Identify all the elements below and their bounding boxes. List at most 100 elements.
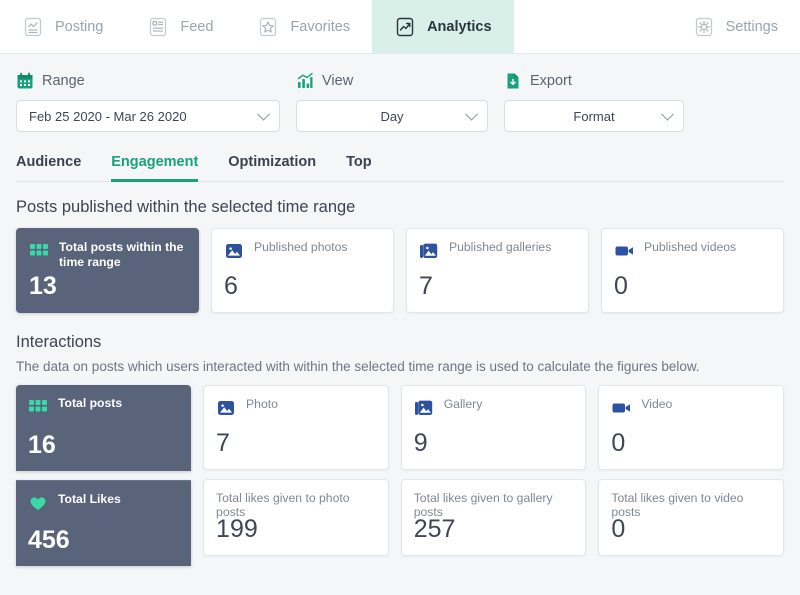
analytics-subtabs: Audience Engagement Optimization Top: [16, 154, 784, 182]
gallery-icon: [419, 241, 439, 261]
interactions-right-column: Photo 7 Gallery 9 Video: [203, 385, 784, 566]
chevron-down-icon: [257, 108, 270, 121]
card-label: Published videos: [644, 240, 736, 255]
bar-chart-icon: [296, 72, 314, 90]
interactions-grid: Total posts 16 Total Likes 456 Photo: [16, 385, 784, 566]
card-header: Total posts within the time range: [29, 240, 186, 270]
interactions-section-title: Interactions: [16, 333, 784, 352]
card-header: Photo: [216, 397, 376, 418]
photo-icon: [216, 398, 236, 418]
range-value: Feb 25 2020 - Mar 26 2020: [17, 109, 187, 124]
analytics-icon: [394, 16, 416, 38]
tab-audience[interactable]: Audience: [16, 154, 81, 182]
settings-gear-icon: [693, 16, 715, 38]
range-label: Range: [42, 73, 85, 89]
nav-item-posting-label: Posting: [55, 19, 103, 35]
favorites-icon: [257, 16, 279, 38]
card-header: Total Likes: [28, 492, 179, 513]
published-cards-row: Total posts within the time range 13 Pub…: [16, 228, 784, 313]
card-photo[interactable]: Photo 7: [203, 385, 389, 470]
view-select[interactable]: Day: [296, 100, 488, 132]
heart-icon: [28, 493, 48, 513]
card-label: Video: [641, 397, 672, 412]
controls-bar: Range Feb 25 2020 - Mar 26 2020 View Day…: [0, 54, 800, 132]
card-label: Total posts: [58, 396, 122, 411]
calendar-icon: [16, 72, 34, 90]
card-gallery[interactable]: Gallery 9: [401, 385, 587, 470]
card-value: 0: [611, 429, 625, 458]
grid-icon: [29, 241, 49, 261]
interaction-post-cards-row: Photo 7 Gallery 9 Video: [203, 385, 784, 470]
card-value: 13: [29, 272, 57, 301]
published-section-title: Posts published within the selected time…: [16, 198, 784, 217]
card-label: Photo: [246, 397, 278, 412]
card-header: Published galleries: [419, 240, 576, 261]
top-navigation: Posting Feed Favorites Analytics Setting…: [0, 0, 800, 54]
nav-item-analytics-label: Analytics: [427, 19, 491, 35]
export-control: Export Format: [504, 72, 684, 132]
card-label: Total likes given to video posts: [611, 491, 771, 519]
interaction-like-cards-row: Total likes given to photo posts 199 Tot…: [203, 479, 784, 556]
card-value: 9: [414, 429, 428, 458]
tab-engagement[interactable]: Engagement: [111, 154, 198, 182]
nav-item-feed[interactable]: Feed: [125, 0, 235, 53]
interactions-left-column: Total posts 16 Total Likes 456: [16, 385, 191, 566]
card-likes-gallery-posts[interactable]: Total likes given to gallery posts 257: [401, 479, 587, 556]
tab-top[interactable]: Top: [346, 154, 372, 182]
export-format-select[interactable]: Format: [504, 100, 684, 132]
card-total-posts[interactable]: Total posts 16: [16, 385, 191, 471]
card-value: 6: [224, 272, 238, 301]
range-header: Range: [16, 72, 280, 90]
card-value: 0: [614, 272, 628, 301]
tab-optimization[interactable]: Optimization: [228, 154, 316, 182]
grid-icon: [28, 397, 48, 417]
card-video[interactable]: Video 0: [598, 385, 784, 470]
card-published-videos[interactable]: Published videos 0: [601, 228, 784, 313]
card-label: Total Likes: [58, 492, 121, 507]
card-header: Total posts: [28, 396, 179, 417]
card-value: 7: [419, 272, 433, 301]
card-header: Published photos: [224, 240, 381, 261]
card-label: Total posts within the time range: [59, 240, 186, 270]
nav-item-feed-label: Feed: [180, 19, 213, 35]
range-control: Range Feb 25 2020 - Mar 26 2020: [16, 72, 280, 132]
card-total-posts-in-range[interactable]: Total posts within the time range 13: [16, 228, 199, 313]
card-value: 257: [414, 515, 456, 544]
chevron-down-icon: [661, 108, 674, 121]
nav-item-favorites[interactable]: Favorites: [235, 0, 372, 53]
nav-item-favorites-label: Favorites: [290, 19, 350, 35]
card-likes-video-posts[interactable]: Total likes given to video posts 0: [598, 479, 784, 556]
card-published-photos[interactable]: Published photos 6: [211, 228, 394, 313]
nav-item-posting[interactable]: Posting: [0, 0, 125, 53]
feed-icon: [147, 16, 169, 38]
view-label: View: [322, 73, 353, 89]
interactions-section-description: The data on posts which users interacted…: [16, 359, 784, 374]
card-header: Gallery: [414, 397, 574, 418]
nav-item-settings-label: Settings: [726, 19, 778, 35]
card-header: Video: [611, 397, 771, 418]
nav-item-settings[interactable]: Settings: [671, 0, 800, 53]
nav-spacer: [514, 0, 671, 53]
card-value: 16: [28, 431, 56, 460]
card-likes-photo-posts[interactable]: Total likes given to photo posts 199: [203, 479, 389, 556]
nav-item-analytics[interactable]: Analytics: [372, 0, 513, 53]
view-header: View: [296, 72, 488, 90]
card-label: Gallery: [444, 397, 483, 412]
card-header: Published videos: [614, 240, 771, 261]
export-value: Format: [573, 109, 614, 124]
posting-icon: [22, 16, 44, 38]
export-label: Export: [530, 73, 572, 89]
photo-icon: [224, 241, 244, 261]
card-value: 7: [216, 429, 230, 458]
card-value: 0: [611, 515, 625, 544]
video-icon: [614, 241, 634, 261]
range-select[interactable]: Feb 25 2020 - Mar 26 2020: [16, 100, 280, 132]
card-published-galleries[interactable]: Published galleries 7: [406, 228, 589, 313]
card-value: 456: [28, 526, 70, 555]
card-total-likes[interactable]: Total Likes 456: [16, 480, 191, 566]
card-label: Published galleries: [449, 240, 551, 255]
video-icon: [611, 398, 631, 418]
download-file-icon: [504, 72, 522, 90]
card-value: 199: [216, 515, 258, 544]
gallery-icon: [414, 398, 434, 418]
